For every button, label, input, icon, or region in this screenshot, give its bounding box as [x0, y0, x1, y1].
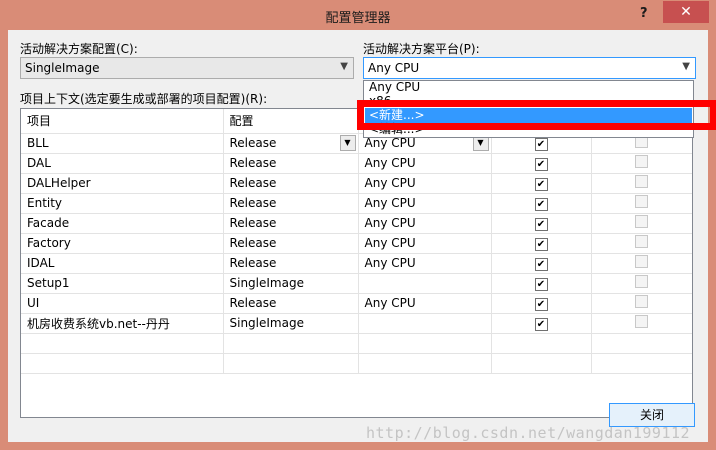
table-row[interactable]: DALHelper Release Any CPU ✔ — [21, 173, 692, 194]
column-header[interactable]: 配置 — [223, 109, 359, 134]
project-context-grid: 项目配置平台生成部署 BLLRelease▼Any CPU▼✔DALReleas… — [20, 108, 693, 418]
config-dropdown-arrow-icon[interactable]: ▼ — [339, 135, 356, 151]
project-name: IDAL — [21, 253, 224, 274]
watermark: http://blog.csdn.net/wangdan199112 — [366, 424, 691, 442]
project-name: DAL — [21, 153, 224, 174]
empty-row — [21, 333, 692, 354]
project-platform-value: Any CPU — [364, 256, 416, 270]
build-checkbox[interactable]: ✔ — [534, 257, 548, 271]
build-checkbox[interactable]: ✔ — [534, 237, 548, 251]
build-checkbox[interactable]: ✔ — [534, 157, 548, 171]
project-config-value: Release — [229, 135, 277, 150]
project-platform-value: Any CPU — [364, 196, 416, 210]
project-platform-value: Any CPU — [364, 236, 416, 250]
build-checkbox[interactable]: ✔ — [534, 217, 548, 231]
project-platform-value: Any CPU — [364, 176, 416, 190]
solution-config-value: SingleImage — [25, 61, 100, 75]
dialog-client: 活动解决方案配置(C): SingleImage ▼ 活动解决方案平台(P): … — [8, 30, 716, 442]
deploy-checkbox — [635, 155, 648, 168]
project-name: BLL — [21, 133, 224, 154]
solution-platform-combo[interactable]: Any CPU ▼ — [363, 57, 696, 79]
deploy-checkbox — [635, 315, 648, 328]
project-config-value: Release — [229, 236, 277, 250]
build-checkbox[interactable]: ✔ — [534, 317, 548, 331]
annotation-highlight-box — [357, 100, 716, 130]
project-contexts-label: 项目上下文(选定要生成或部署的项目配置)(R): — [20, 92, 268, 106]
table-row[interactable]: IDAL Release Any CPU ✔ — [21, 253, 692, 274]
project-config[interactable]: Release — [223, 193, 359, 214]
deploy-checkbox — [635, 195, 648, 208]
project-name: UI — [21, 293, 224, 314]
build-checkbox[interactable]: ✔ — [534, 277, 548, 291]
project-platform-value: Any CPU — [364, 156, 416, 170]
project-platform[interactable]: Any CPU — [358, 193, 492, 214]
build-checkbox[interactable]: ✔ — [534, 137, 548, 151]
project-config-value: Release — [229, 156, 277, 170]
project-config[interactable]: Release — [223, 253, 359, 274]
project-name: DALHelper — [21, 173, 224, 194]
project-config[interactable]: Release — [223, 153, 359, 174]
help-button[interactable]: ? — [640, 6, 648, 21]
table-row[interactable]: 机房收费系统vb.net--丹丹 SingleImage ✔ — [21, 313, 692, 334]
build-checkbox[interactable]: ✔ — [534, 177, 548, 191]
table-row[interactable]: Setup1 SingleImage ✔ — [21, 273, 692, 294]
project-config[interactable]: Release — [223, 173, 359, 194]
deploy-checkbox — [635, 215, 648, 228]
project-name: Facade — [21, 213, 224, 234]
project-config-value: Release — [229, 176, 277, 190]
project-platform[interactable]: Any CPU — [358, 253, 492, 274]
project-platform[interactable] — [358, 273, 492, 294]
platform-option[interactable]: Any CPU — [365, 80, 692, 95]
project-platform-value: Any CPU — [364, 296, 416, 310]
project-platform[interactable]: Any CPU — [358, 233, 492, 254]
project-config-value: Release — [229, 256, 277, 270]
table-row[interactable]: Entity Release Any CPU ✔ — [21, 193, 692, 214]
config-manager-window: 配置管理器 ? ✕ 活动解决方案配置(C): SingleImage ▼ 活动解… — [0, 0, 716, 450]
chevron-down-icon: ▼ — [340, 61, 348, 72]
project-config[interactable]: Release — [223, 293, 359, 314]
project-platform[interactable] — [358, 313, 492, 334]
project-config[interactable]: Release — [223, 213, 359, 234]
table-row[interactable]: UI Release Any CPU ✔ — [21, 293, 692, 314]
deploy-checkbox — [635, 295, 648, 308]
column-header[interactable]: 项目 — [21, 109, 224, 134]
project-name: Setup1 — [21, 273, 224, 294]
project-config-value: SingleImage — [229, 316, 304, 330]
table-row[interactable]: Facade Release Any CPU ✔ — [21, 213, 692, 234]
build-checkbox[interactable]: ✔ — [534, 297, 548, 311]
close-window-button[interactable]: ✕ — [663, 1, 709, 23]
build-checkbox[interactable]: ✔ — [534, 197, 548, 211]
project-config[interactable]: Release ▼ — [223, 133, 359, 154]
project-platform[interactable]: Any CPU — [358, 213, 492, 234]
empty-row — [21, 353, 692, 374]
project-config-value: Release — [229, 216, 277, 230]
deploy-checkbox — [635, 275, 648, 288]
deploy-checkbox — [635, 255, 648, 268]
title-bar: 配置管理器 ? ✕ — [0, 0, 716, 30]
project-config-value: Release — [229, 296, 277, 310]
table-row[interactable]: DAL Release Any CPU ✔ — [21, 153, 692, 174]
window-title: 配置管理器 — [325, 11, 391, 26]
project-platform[interactable]: Any CPU — [358, 293, 492, 314]
table-row[interactable]: Factory Release Any CPU ✔ — [21, 233, 692, 254]
project-config-value: Release — [229, 196, 277, 210]
solution-platform-label: 活动解决方案平台(P): — [363, 42, 480, 56]
deploy-checkbox — [635, 235, 648, 248]
solution-config-label: 活动解决方案配置(C): — [20, 42, 138, 56]
project-config[interactable]: SingleImage — [223, 273, 359, 294]
project-name: 机房收费系统vb.net--丹丹 — [21, 313, 224, 334]
project-name: Factory — [21, 233, 224, 254]
solution-config-combo[interactable]: SingleImage ▼ — [20, 57, 354, 79]
deploy-checkbox — [635, 175, 648, 188]
project-platform-value: Any CPU — [364, 216, 416, 230]
project-platform[interactable]: Any CPU — [358, 153, 492, 174]
project-name: Entity — [21, 193, 224, 214]
project-config-value: SingleImage — [229, 276, 304, 290]
project-config[interactable]: SingleImage — [223, 313, 359, 334]
project-platform[interactable]: Any CPU — [358, 173, 492, 194]
project-config[interactable]: Release — [223, 233, 359, 254]
solution-platform-value: Any CPU — [368, 61, 420, 75]
chevron-down-icon: ▼ — [682, 61, 690, 72]
